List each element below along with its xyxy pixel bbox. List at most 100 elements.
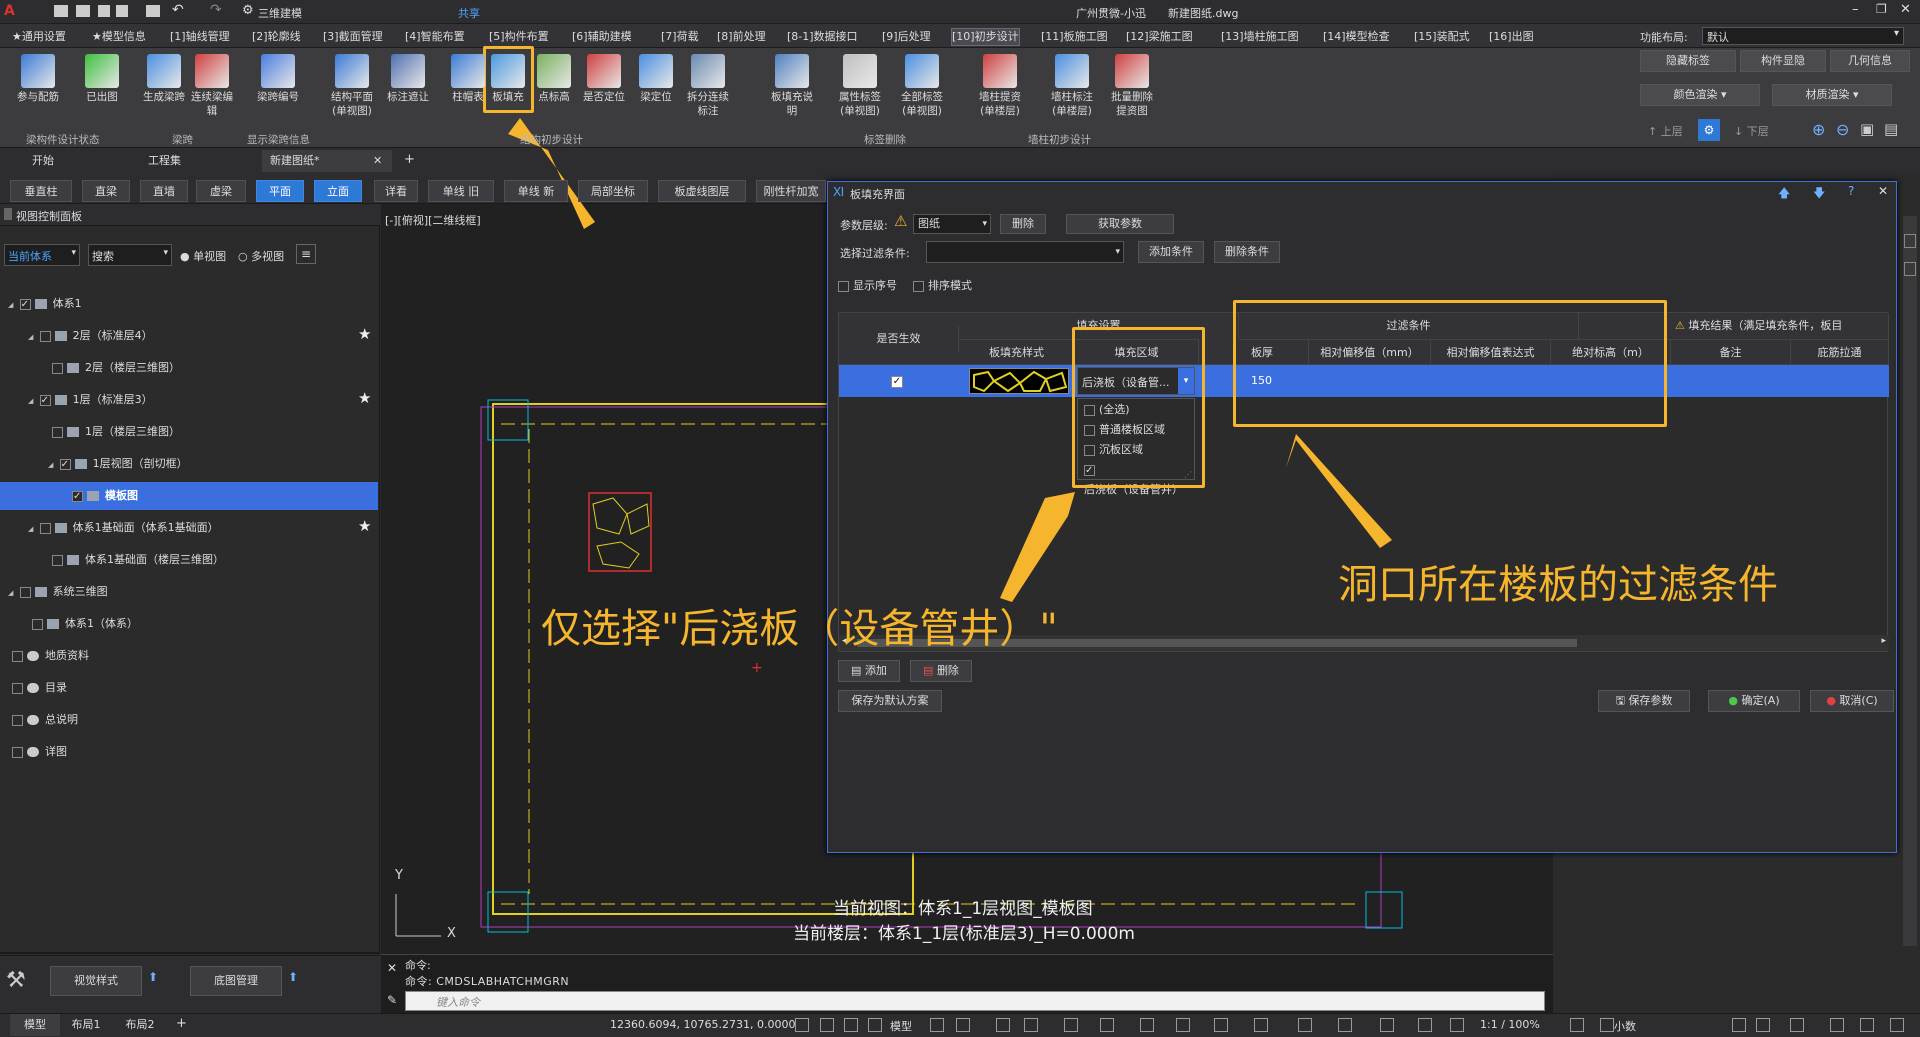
ribbon-button[interactable]: 批量删除提资图: [1108, 50, 1156, 132]
ribbon-button[interactable]: 墙柱标注(单楼层): [1048, 50, 1096, 132]
status-toggle-icon[interactable]: [1830, 1018, 1844, 1032]
pin-icon[interactable]: ⬆: [288, 970, 298, 984]
add-tab-icon[interactable]: +: [404, 152, 415, 167]
ribbon-button[interactable]: 点标高: [530, 50, 578, 132]
ribbon-button[interactable]: 属性标签(单视图): [836, 50, 884, 132]
fill-style-swatch[interactable]: [969, 368, 1069, 394]
status-toggle-icon[interactable]: [930, 1018, 944, 1032]
tree-item[interactable]: 目录: [8, 678, 67, 698]
menu-item[interactable]: [10]初步设计: [951, 28, 1020, 46]
favorite-star-icon[interactable]: ★: [358, 389, 371, 407]
view-toolbar-button[interactable]: 立面: [314, 180, 362, 202]
status-toggle-icon[interactable]: [1732, 1018, 1746, 1032]
ribbon-button[interactable]: 板填充说明: [768, 50, 816, 132]
status-toggle-icon[interactable]: [820, 1018, 834, 1032]
add-condition-button[interactable]: 添加条件: [1138, 241, 1204, 263]
get-params-button[interactable]: 获取参数: [1066, 214, 1174, 234]
save-icon[interactable]: [98, 5, 110, 17]
tree-item[interactable]: 模板图: [68, 486, 138, 507]
save-params-button[interactable]: 🖫 保存参数: [1598, 690, 1690, 712]
command-input[interactable]: 键入命令: [405, 991, 1545, 1011]
zoom-window-icon[interactable]: ▣: [1860, 120, 1874, 138]
tree-item[interactable]: ◢ 1层（标准层3）: [28, 390, 153, 411]
ribbon-button[interactable]: 已出图: [78, 50, 126, 132]
menu-icon[interactable]: ≡: [296, 244, 316, 264]
status-toggle-icon[interactable]: [956, 1018, 970, 1032]
open-file-icon[interactable]: [54, 5, 68, 17]
status-toggle-icon[interactable]: [1600, 1018, 1614, 1032]
status-toggle-icon[interactable]: [844, 1018, 858, 1032]
ribbon-button[interactable]: 梁定位: [632, 50, 680, 132]
status-toggle-icon[interactable]: [1890, 1018, 1904, 1032]
tree-item[interactable]: 总说明: [8, 710, 78, 730]
tools-icon[interactable]: ⚒: [6, 968, 26, 993]
ribbon-button[interactable]: 参与配筋: [14, 50, 62, 132]
menu-item[interactable]: ★模型信息: [92, 29, 146, 45]
help-icon[interactable]: ?: [1848, 184, 1854, 198]
status-toggle-icon[interactable]: [1570, 1018, 1584, 1032]
status-toggle-icon[interactable]: [1418, 1018, 1432, 1032]
tree-item[interactable]: 详图: [8, 742, 67, 762]
menu-item[interactable]: [6]辅助建模: [572, 29, 632, 45]
floor-up-button[interactable]: ↑ 上层: [1648, 123, 1683, 139]
multi-view-radio[interactable]: ○ 多视图: [238, 248, 284, 264]
tree-item[interactable]: ◢ 体系1: [8, 294, 82, 315]
geometry-info-button[interactable]: 几何信息: [1830, 50, 1910, 72]
close-icon[interactable]: ✕: [387, 961, 397, 975]
view-toolbar-button[interactable]: 直墙: [140, 180, 188, 202]
floor-down-button[interactable]: ↓ 下层: [1734, 123, 1769, 139]
remove-row-button[interactable]: ▤ 删除: [910, 660, 972, 682]
ribbon-button[interactable]: 连续梁编辑: [188, 50, 236, 132]
ribbon-button[interactable]: 梁跨编号: [254, 50, 302, 132]
ribbon-button[interactable]: 板填充: [484, 50, 532, 132]
delete-condition-button[interactable]: 删除条件: [1214, 241, 1280, 263]
scrollbar-vertical[interactable]: [1903, 216, 1917, 946]
doc-tab[interactable]: 开始: [24, 150, 114, 172]
status-toggle-icon[interactable]: [1140, 1018, 1154, 1032]
menu-item[interactable]: [14]模型检查: [1323, 29, 1390, 45]
move-up-icon[interactable]: 🡅: [1778, 184, 1790, 205]
minimize-icon[interactable]: –: [1852, 2, 1859, 17]
view-toolbar-button[interactable]: 单线 旧: [428, 180, 494, 202]
doc-tab[interactable]: 工程集: [140, 150, 240, 172]
maximize-icon[interactable]: ❐: [1876, 2, 1887, 16]
status-toggle-icon[interactable]: [1298, 1018, 1312, 1032]
pin-icon[interactable]: ⬆: [148, 970, 158, 984]
status-toggle-icon[interactable]: [996, 1018, 1010, 1032]
tree-item[interactable]: 体系1基础面（楼层三维图）: [48, 550, 224, 570]
status-toggle-icon[interactable]: [868, 1018, 882, 1032]
side-icon[interactable]: [1904, 262, 1916, 276]
tree-item[interactable]: 1层（楼层三维图）: [48, 422, 180, 442]
zoom-in-icon[interactable]: ⊕: [1812, 120, 1825, 139]
tree-item[interactable]: ◢ 体系1基础面（体系1基础面）: [28, 518, 219, 538]
menu-item[interactable]: [7]荷载: [661, 29, 699, 45]
view-toolbar-button[interactable]: 刚性杆加宽: [756, 180, 826, 202]
add-layout-icon[interactable]: +: [176, 1016, 187, 1031]
scale-label[interactable]: 1:1 / 100%: [1480, 1018, 1540, 1031]
close-icon[interactable]: ✕: [1900, 2, 1911, 17]
material-render-button[interactable]: 材质渲染 ▾: [1772, 84, 1892, 106]
hide-labels-button[interactable]: 隐藏标签: [1640, 50, 1736, 72]
print-icon[interactable]: [146, 5, 160, 17]
row-effective-checkbox[interactable]: ✓: [891, 376, 903, 388]
component-display-button[interactable]: 构件显隐: [1740, 50, 1826, 72]
view-toolbar-button[interactable]: 单线 新: [504, 180, 568, 202]
menu-item[interactable]: [8-1]数据接口: [787, 29, 858, 45]
menu-item[interactable]: [13]墙柱施工图: [1221, 29, 1299, 45]
ribbon-button[interactable]: 墙柱提资(单楼层): [976, 50, 1024, 132]
tree-item[interactable]: 体系1（体系）: [28, 614, 138, 634]
sort-mode-checkbox[interactable]: 排序模式: [913, 277, 972, 293]
view-toolbar-button[interactable]: 板虚线图层: [658, 180, 746, 202]
menu-item[interactable]: [4]智能布置: [405, 29, 465, 45]
system-select[interactable]: 当前体系 ▾: [4, 244, 80, 266]
tree-item[interactable]: 地质资料: [8, 646, 89, 666]
move-down-icon[interactable]: 🡇: [1813, 184, 1825, 205]
status-toggle-icon[interactable]: [1380, 1018, 1394, 1032]
unit-select[interactable]: 小数: [1614, 1018, 1636, 1034]
menu-item[interactable]: [11]板施工图: [1041, 29, 1108, 45]
search-select[interactable]: 搜索 ▾: [88, 244, 172, 266]
layout-tab-1[interactable]: 布局1: [66, 1014, 106, 1036]
ribbon-button[interactable]: 生成梁跨: [140, 50, 188, 132]
status-toggle-icon[interactable]: [1338, 1018, 1352, 1032]
layout-tab-2[interactable]: 布局2: [120, 1014, 160, 1036]
